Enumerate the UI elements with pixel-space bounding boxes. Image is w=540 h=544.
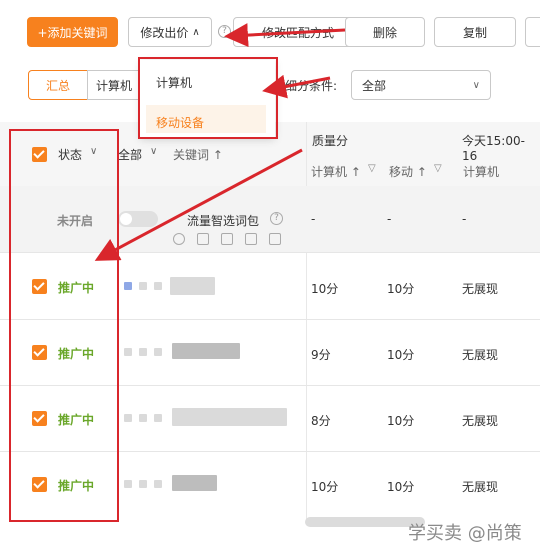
arrow-to-dropdown	[262, 74, 331, 99]
annotation-arrows	[94, 23, 346, 261]
arrow-to-help	[224, 23, 346, 48]
watermark: 学买卖 @尚策	[408, 523, 522, 544]
arrow-to-status	[94, 148, 303, 261]
